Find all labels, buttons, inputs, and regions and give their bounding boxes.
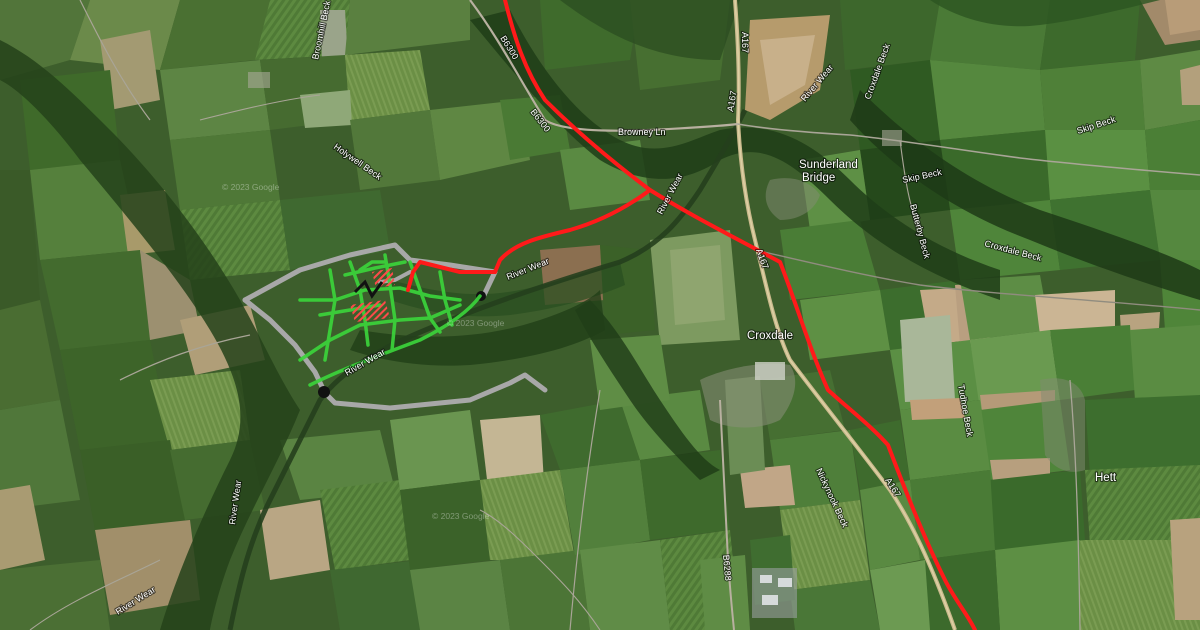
copyright-2: © 2023 Google [447, 318, 505, 328]
place-label-sunderland-bridge-1: Sunderland [799, 159, 858, 171]
copyright-3: © 2023 Google [432, 511, 490, 521]
place-label-hett: Hett [1095, 472, 1117, 484]
road-label-a167-north: A167 [740, 32, 750, 53]
copyright-1: © 2023 Google [222, 182, 280, 192]
road-label-browney-ln: Browney Ln [618, 127, 666, 137]
map-view[interactable]: Sunderland Bridge Croxdale Hett A167 A16… [0, 0, 1200, 630]
marker-west[interactable] [318, 386, 330, 398]
place-label-croxdale: Croxdale [747, 330, 793, 342]
place-label-sunderland-bridge-2: Bridge [802, 172, 835, 184]
map-canvas[interactable]: Sunderland Bridge Croxdale Hett A167 A16… [0, 0, 1200, 630]
